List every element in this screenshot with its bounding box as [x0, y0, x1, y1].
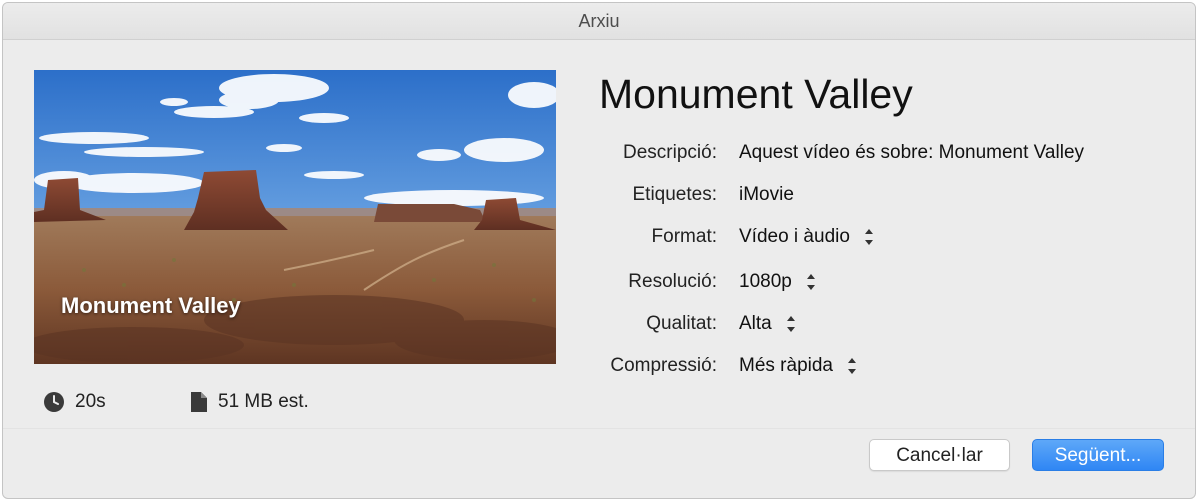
description-label: Descripció: [623, 142, 717, 163]
share-dialog: Arxiu Monument Valley 20s 51 MB est. Mon… [2, 2, 1196, 499]
resolution-value: 1080p [739, 271, 792, 292]
updown-chevron-icon [786, 313, 796, 335]
description-value[interactable]: Aquest vídeo és sobre: Monument Valley [739, 142, 1084, 164]
tags-label: Etiquetes: [632, 184, 718, 205]
resolution-label: Resolució: [628, 271, 717, 292]
resolution-popup[interactable]: 1080p [739, 271, 816, 293]
document-icon [190, 391, 208, 413]
filesize-stat: 51 MB est. [190, 390, 309, 414]
tags-field[interactable]: iMovie [739, 184, 794, 206]
filesize-value: 51 MB est. [218, 391, 309, 412]
updown-chevron-icon [864, 226, 874, 248]
compression-value: Més ràpida [739, 355, 833, 376]
format-popup[interactable]: Vídeo i àudio [739, 226, 874, 248]
footer-divider [3, 428, 1195, 429]
duration-stat: 20s [43, 390, 106, 414]
quality-label: Qualitat: [646, 313, 717, 334]
compression-label: Compressió: [610, 355, 717, 376]
tags-value[interactable]: iMovie [739, 184, 794, 206]
window-title: Arxiu [3, 3, 1195, 40]
quality-popup[interactable]: Alta [739, 313, 796, 335]
updown-chevron-icon [806, 271, 816, 293]
format-value: Vídeo i àudio [739, 226, 850, 247]
updown-chevron-icon [847, 355, 857, 377]
cancel-button[interactable]: Cancel·lar [869, 439, 1010, 471]
next-button[interactable]: Següent... [1032, 439, 1164, 471]
description-field[interactable]: Aquest vídeo és sobre: Monument Valley [739, 142, 1084, 164]
thumbnail-caption: Monument Valley [61, 293, 241, 318]
monument-valley-image [34, 70, 556, 364]
quality-value: Alta [739, 313, 772, 334]
video-title: Monument Valley [599, 71, 913, 117]
duration-value: 20s [75, 391, 106, 412]
format-label: Format: [651, 226, 717, 247]
compression-popup[interactable]: Més ràpida [739, 355, 857, 377]
video-thumbnail: Monument Valley [34, 70, 556, 364]
clock-icon [43, 391, 65, 413]
